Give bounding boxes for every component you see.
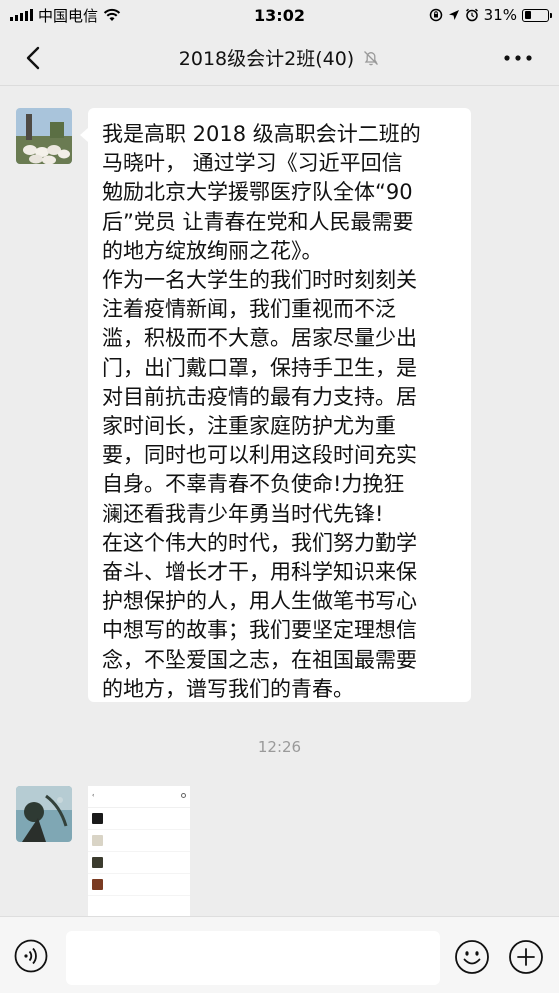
avatar[interactable] (16, 108, 72, 164)
message-input[interactable] (66, 931, 440, 985)
status-left: 中国电信 (10, 5, 121, 26)
message-text: 我是高职 2018 级高职会计二班的 马晓叶， 通过学习《习近平回信 勉励北京大… (102, 122, 421, 701)
chat-title-group: 2018级会计2班(40) (179, 44, 380, 71)
thumbnail-avatar (92, 813, 103, 824)
emoji-icon[interactable] (454, 939, 490, 975)
thumbnail-avatar (92, 857, 103, 868)
carrier-label: 中国电信 (38, 6, 99, 25)
thumbnail-row (88, 830, 190, 852)
thumbnail-back-icon: ‹ (92, 792, 95, 799)
thumbnail-search-icon (181, 793, 186, 798)
chat-title[interactable]: 2018级会计2班(40) (179, 44, 354, 71)
image-message[interactable]: ‹ (88, 786, 190, 916)
thumbnail-avatar (92, 835, 103, 846)
avatar[interactable] (16, 786, 72, 842)
back-arrow-icon[interactable] (20, 44, 48, 72)
thumbnail-avatar (92, 879, 103, 890)
mute-bell-icon (364, 50, 379, 65)
thumbnail-header: ‹ (88, 786, 190, 808)
battery-percent: 31% (483, 6, 517, 24)
status-bar: 中国电信 13:02 31% (0, 0, 559, 30)
message-row (16, 786, 72, 842)
status-right: 31% (429, 6, 552, 24)
thumbnail-row (88, 808, 190, 830)
alarm-icon (465, 8, 478, 22)
input-bar (0, 916, 559, 993)
wifi-icon (103, 8, 121, 21)
battery-icon (522, 8, 552, 22)
voice-icon[interactable] (14, 939, 48, 973)
more-icon[interactable] (501, 48, 535, 68)
thumbnail-row (88, 874, 190, 896)
message-bubble[interactable]: 我是高职 2018 级高职会计二班的 马晓叶， 通过学习《习近平回信 勉励北京大… (80, 108, 471, 702)
message-timestamp: 12:26 (257, 738, 302, 756)
message-row (16, 108, 72, 164)
chat-header: 2018级会计2班(40) (0, 30, 559, 86)
thumbnail-row (88, 852, 190, 874)
lock-rotation-icon (429, 8, 442, 22)
location-icon (448, 10, 459, 20)
signal-icon (10, 9, 33, 21)
plus-icon[interactable] (508, 939, 544, 975)
